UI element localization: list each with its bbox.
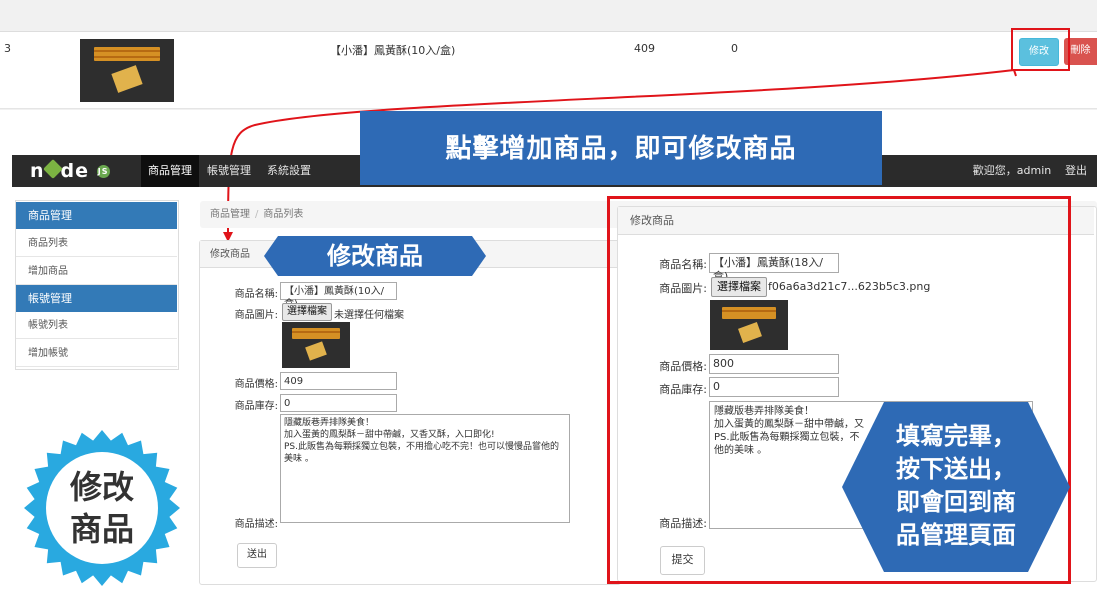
stock-label: 商品庫存: bbox=[234, 401, 278, 412]
file-status: 未選擇任何檔案 bbox=[334, 310, 404, 321]
description-textarea[interactable]: 隱藏版巷弄排隊美食！ 加入蛋黃的鳳梨酥－甜中帶鹹，又香又酥，入口即化! PS.此… bbox=[280, 414, 570, 523]
image-label: 商品圖片: bbox=[234, 310, 278, 321]
callout-line-2: 按下送出， bbox=[896, 455, 1016, 483]
sidebar-item-add-product[interactable]: 增加商品 bbox=[16, 258, 177, 285]
welcome-text: 歡迎您，admin bbox=[972, 164, 1052, 177]
edit-product-callout-text: 修改商品 bbox=[327, 242, 423, 270]
instruction-banner: 點擊增加商品，即可修改商品 bbox=[360, 111, 882, 185]
callout-line-3: 即會回到商 bbox=[896, 488, 1016, 516]
file-choose-button[interactable]: 選擇檔案 bbox=[282, 303, 332, 321]
edit-product-badge: 修改 商品 bbox=[22, 428, 182, 588]
logout-link[interactable]: 登出 bbox=[1058, 155, 1094, 187]
nav-account-management[interactable]: 帳號管理 bbox=[200, 155, 258, 187]
badge-line-2: 商品 bbox=[69, 510, 134, 548]
nav-system-settings[interactable]: 系統設置 bbox=[260, 155, 318, 187]
product-image-preview bbox=[282, 322, 350, 368]
completion-callout: 填寫完畢， 按下送出， 即會回到商 品管理頁面 bbox=[842, 402, 1070, 572]
breadcrumb-product-list: 商品列表 bbox=[263, 209, 304, 220]
price-input[interactable]: 409 bbox=[280, 372, 397, 390]
nav-product-management[interactable]: 商品管理 bbox=[141, 155, 199, 187]
submit-button[interactable]: 送出 bbox=[237, 543, 277, 568]
sidebar-item-account-list[interactable]: 帳號列表 bbox=[16, 312, 177, 339]
breadcrumb-products[interactable]: 商品管理 bbox=[210, 209, 250, 220]
edit-product-callout: 修改商品 bbox=[264, 236, 486, 276]
node-logo: n de JS bbox=[30, 159, 110, 182]
callout-line-4: 品管理頁面 bbox=[896, 521, 1016, 549]
sidebar-item-product-list[interactable]: 商品列表 bbox=[16, 230, 177, 257]
price-label: 商品價格: bbox=[234, 379, 278, 390]
description-label: 商品描述: bbox=[234, 519, 278, 530]
stock-input[interactable]: 0 bbox=[280, 394, 397, 412]
callout-line-1: 填寫完畢， bbox=[896, 422, 1016, 450]
sidebar-group-accounts[interactable]: 帳號管理 bbox=[16, 285, 177, 312]
name-label: 商品名稱: bbox=[234, 289, 278, 300]
sidebar-group-products[interactable]: 商品管理 bbox=[16, 202, 177, 229]
sidebar-item-add-account[interactable]: 增加帳號 bbox=[16, 340, 177, 367]
name-input[interactable]: 【小潘】鳳黃酥(10入/盒) bbox=[280, 282, 397, 310]
badge-line-1: 修改 bbox=[69, 468, 134, 506]
